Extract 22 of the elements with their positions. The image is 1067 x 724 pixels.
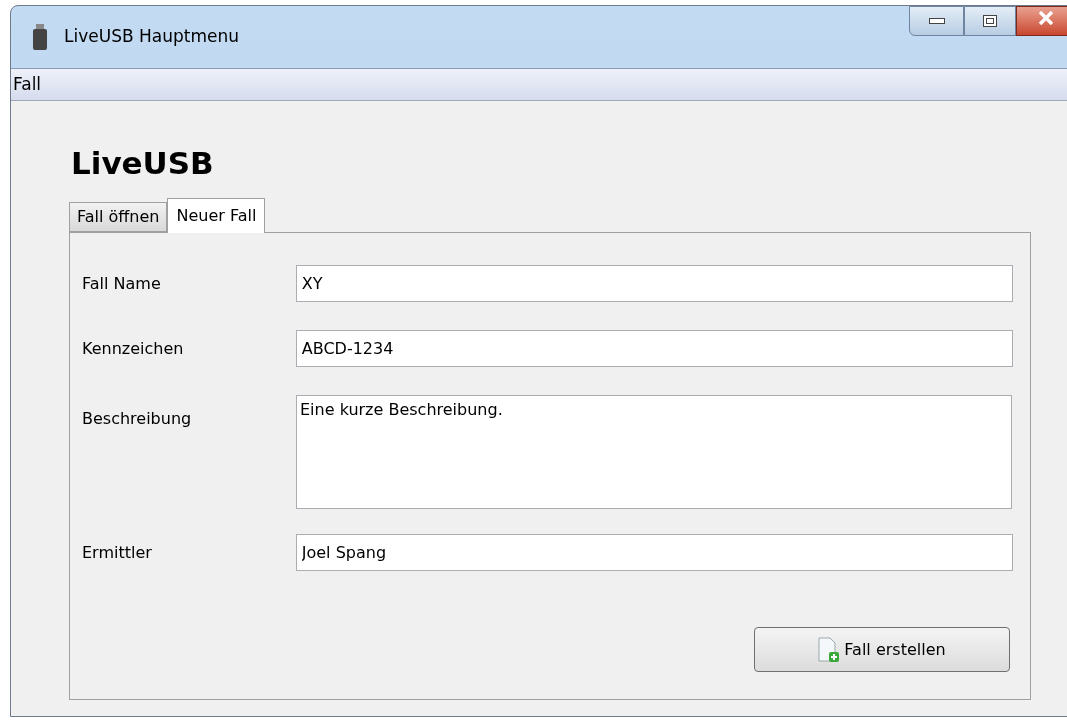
window-title: LiveUSB Hauptmenu — [64, 25, 239, 49]
field-label: Ermittler — [82, 541, 153, 564]
field-label: Fall Name — [82, 272, 162, 295]
input-field[interactable]: XY — [295, 265, 1013, 302]
app-heading: LiveUSB — [71, 144, 215, 183]
create-case-button[interactable]: Fall erstellen — [754, 627, 1010, 672]
new-document-icon — [818, 636, 841, 663]
input-field[interactable]: Joel Spang — [295, 534, 1013, 571]
field-label: Kennzeichen — [82, 337, 185, 360]
maximize-button[interactable] — [964, 6, 1016, 36]
maximize-icon — [983, 15, 997, 27]
minimize-icon — [928, 18, 945, 24]
field-label: Beschreibung — [82, 408, 193, 430]
input-field[interactable]: ABCD-1234 — [295, 330, 1013, 367]
minimize-button[interactable] — [909, 6, 964, 36]
tab[interactable]: Neuer Fall — [167, 198, 266, 233]
menu-item[interactable]: Fall — [11, 71, 44, 98]
close-button[interactable] — [1016, 6, 1067, 36]
description-field[interactable]: Eine kurze Beschreibung. — [296, 395, 1012, 509]
close-icon — [1038, 11, 1054, 25]
tab[interactable]: Fall öffnen — [69, 202, 168, 232]
usb-drive-icon — [33, 24, 47, 50]
